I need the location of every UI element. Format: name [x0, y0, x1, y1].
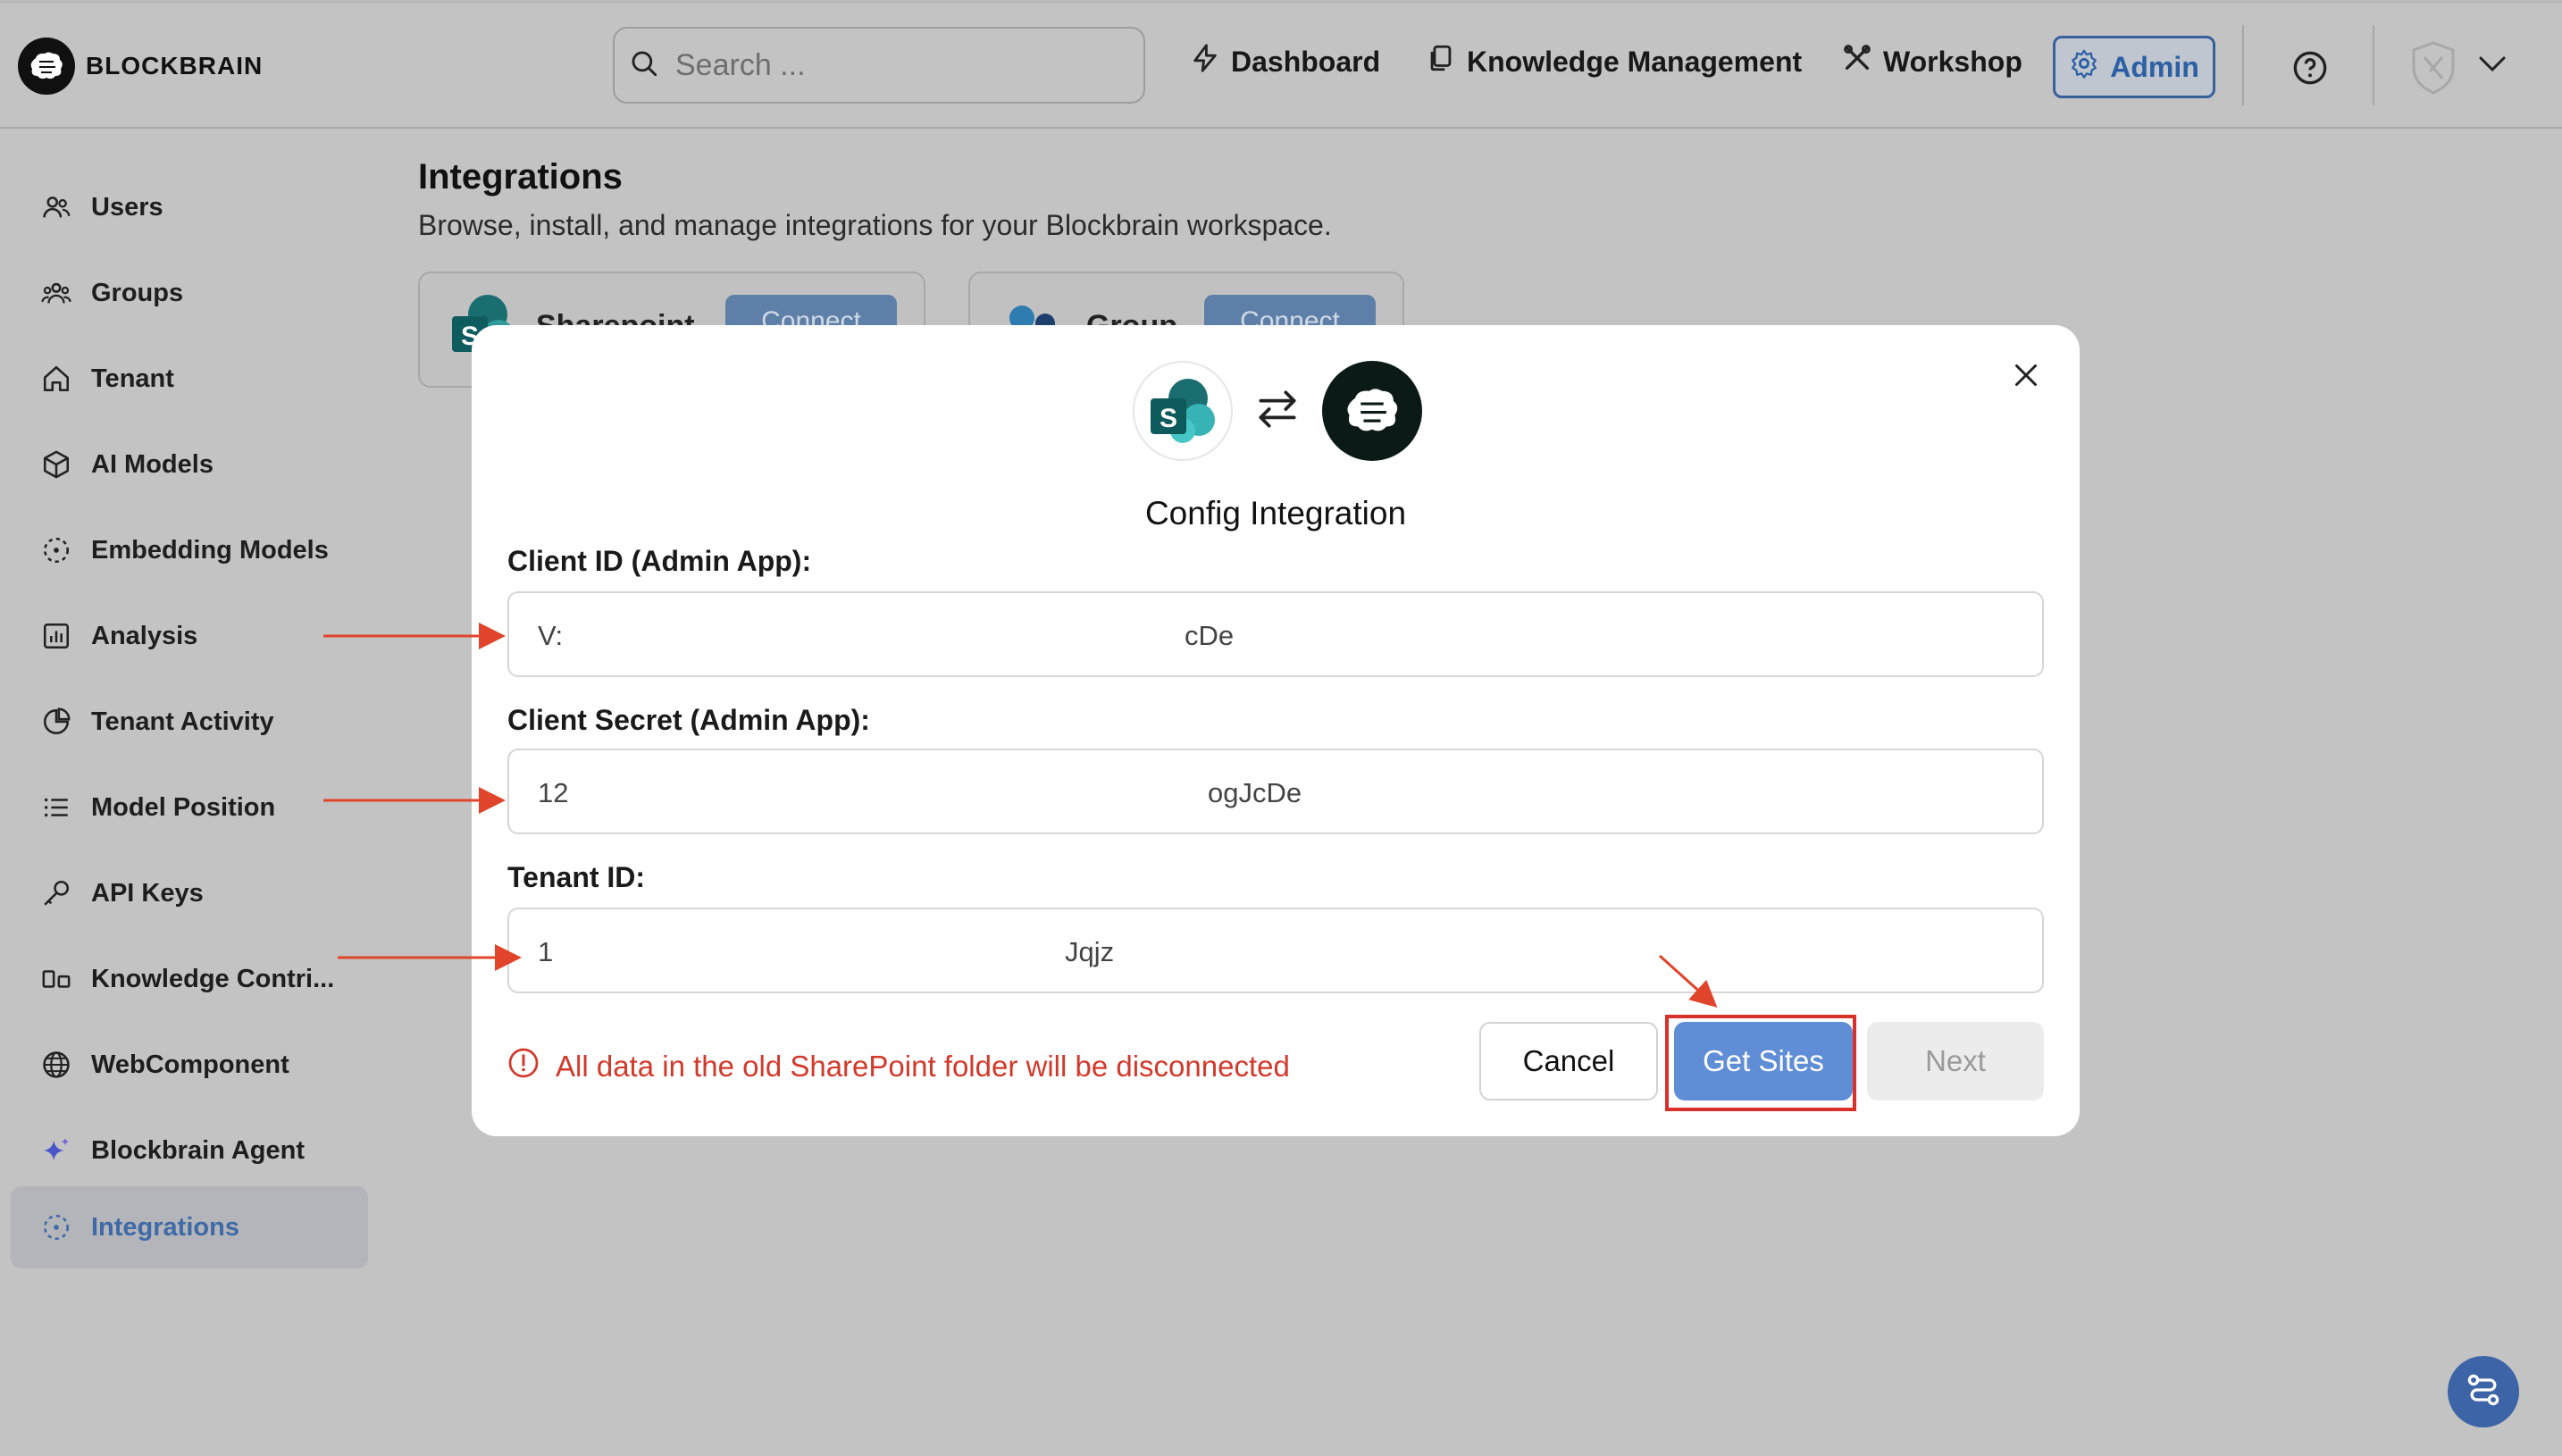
search-icon	[629, 48, 659, 83]
bar-chart-icon	[39, 619, 73, 653]
nav-admin[interactable]: Admin	[2053, 36, 2215, 98]
sidebar-item-tenant[interactable]: Tenant	[11, 338, 368, 420]
sidebar-item-label: AI Models	[91, 449, 214, 479]
sidebar-item-model-position[interactable]: Model Position	[11, 766, 368, 849]
blockbrain-logo-icon	[1322, 361, 1422, 461]
tenant-id-value-start: 1	[538, 936, 554, 967]
floating-action-button[interactable]	[2448, 1356, 2519, 1427]
sidebar-item-knowledge-contributions[interactable]: Knowledge Contri...	[11, 938, 368, 1020]
nav-admin-label: Admin	[2110, 50, 2199, 83]
sidebar-item-tenant-activity[interactable]: Tenant Activity	[11, 681, 368, 763]
client-secret-field[interactable]: 12 ogJcDe	[507, 749, 2044, 834]
documents-icon	[1426, 43, 1456, 80]
tenant-id-value-end: Jqjz	[1065, 936, 1115, 967]
avatar[interactable]	[2408, 39, 2458, 101]
client-id-field[interactable]: V: cDe	[507, 591, 2044, 677]
svg-text:S: S	[1160, 404, 1177, 433]
sidebar-item-label: Tenant	[91, 364, 174, 393]
nav-dashboard-label: Dashboard	[1231, 45, 1381, 78]
search-input[interactable]	[674, 46, 1106, 84]
sidebar-item-label: Knowledge Contri...	[91, 964, 335, 993]
top-header: BLOCKBRAIN Dashboard Knowledge Managemen…	[0, 4, 2562, 129]
groups-icon	[39, 276, 73, 310]
next-button[interactable]: Next	[1867, 1022, 2044, 1100]
help-circle-icon	[2292, 51, 2328, 89]
header-divider-2	[2373, 25, 2374, 105]
close-dialog-button[interactable]	[2010, 359, 2042, 396]
lightning-icon	[1190, 43, 1220, 80]
page-subtitle: Browse, install, and manage integrations…	[418, 209, 1332, 241]
embedding-icon	[39, 533, 73, 567]
home-icon	[39, 362, 73, 396]
tools-icon	[1842, 43, 1872, 80]
key-icon	[39, 876, 73, 910]
dialog-title: Config Integration	[1144, 495, 1407, 531]
header-divider	[2242, 25, 2244, 105]
contribution-icon	[39, 962, 73, 996]
brand-logo[interactable]: BLOCKBRAIN	[18, 38, 263, 95]
chat-route-icon	[2464, 1370, 2503, 1414]
warning-text: All data in the old SharePoint folder wi…	[556, 1050, 1290, 1083]
users-icon	[39, 190, 73, 224]
sparkle-icon	[39, 1134, 73, 1167]
sidebar-item-label: Groups	[91, 278, 184, 307]
close-icon	[2010, 364, 2042, 395]
client-id-label: Client ID (Admin App):	[507, 545, 812, 577]
account-menu-chevron-down-icon[interactable]	[2478, 55, 2507, 78]
brand-name: BLOCKBRAIN	[86, 52, 264, 79]
help-button[interactable]	[2292, 50, 2328, 90]
sidebar-item-users[interactable]: Users	[11, 166, 368, 248]
list-icon	[39, 791, 73, 824]
nav-knowledge-management[interactable]: Knowledge Management	[1426, 43, 1802, 80]
sidebar-item-label: Tenant Activity	[91, 707, 274, 736]
client-secret-value-end: ogJcDe	[1208, 777, 1302, 808]
client-secret-label: Client Secret (Admin App):	[507, 704, 870, 736]
nav-knowledge-label: Knowledge Management	[1467, 45, 1803, 78]
integrations-icon	[39, 1210, 73, 1244]
cancel-button[interactable]: Cancel	[1479, 1022, 1658, 1100]
warning-message: All data in the old SharePoint folder wi…	[507, 1047, 1290, 1086]
alert-circle-icon	[507, 1047, 540, 1086]
sidebar-item-embedding-models[interactable]: Embedding Models	[11, 509, 368, 591]
sidebar-item-ai-models[interactable]: AI Models	[11, 423, 368, 506]
integration-logos: S	[1133, 361, 1422, 461]
swap-arrows-icon	[1252, 384, 1302, 439]
client-id-value-start: V:	[538, 620, 564, 651]
globe-icon	[39, 1048, 73, 1082]
sidebar-item-label: Analysis	[91, 621, 198, 650]
tenant-id-label: Tenant ID:	[507, 861, 646, 893]
nav-dashboard[interactable]: Dashboard	[1190, 43, 1380, 80]
sidebar-item-label: Blockbrain Agent	[91, 1135, 306, 1165]
nav-workshop-label: Workshop	[1883, 45, 2022, 78]
sidebar-item-blockbrain-agent[interactable]: Blockbrain Agent	[11, 1109, 368, 1192]
sharepoint-logo-icon: S	[1133, 361, 1233, 461]
sidebar-item-label: Embedding Models	[91, 535, 329, 565]
sidebar-item-webcomponent[interactable]: WebComponent	[11, 1024, 368, 1106]
sidebar-item-label: Integrations	[91, 1212, 239, 1242]
client-id-value-end: cDe	[1185, 620, 1235, 651]
tenant-id-field[interactable]: 1 Jqjz	[507, 908, 2044, 993]
brain-logo-icon	[18, 38, 75, 95]
cube-icon	[39, 448, 73, 481]
sidebar-item-analysis[interactable]: Analysis	[11, 595, 368, 677]
sidebar-item-label: Users	[91, 192, 163, 222]
client-secret-value-start: 12	[538, 777, 569, 808]
gear-icon	[2069, 48, 2099, 86]
nav-workshop[interactable]: Workshop	[1842, 43, 2022, 80]
sidebar-item-api-keys[interactable]: API Keys	[11, 852, 368, 934]
sidebar-item-label: API Keys	[91, 878, 204, 908]
sidebar-item-label: WebComponent	[91, 1050, 289, 1079]
sidebar-item-label: Model Position	[91, 792, 276, 822]
sidebar-item-integrations[interactable]: Integrations	[11, 1186, 368, 1268]
pie-chart-icon	[39, 705, 73, 739]
sidebar-item-groups[interactable]: Groups	[11, 252, 368, 334]
search-box[interactable]	[613, 27, 1145, 104]
get-sites-highlight-box	[1665, 1015, 1856, 1111]
page-title: Integrations	[418, 157, 623, 197]
